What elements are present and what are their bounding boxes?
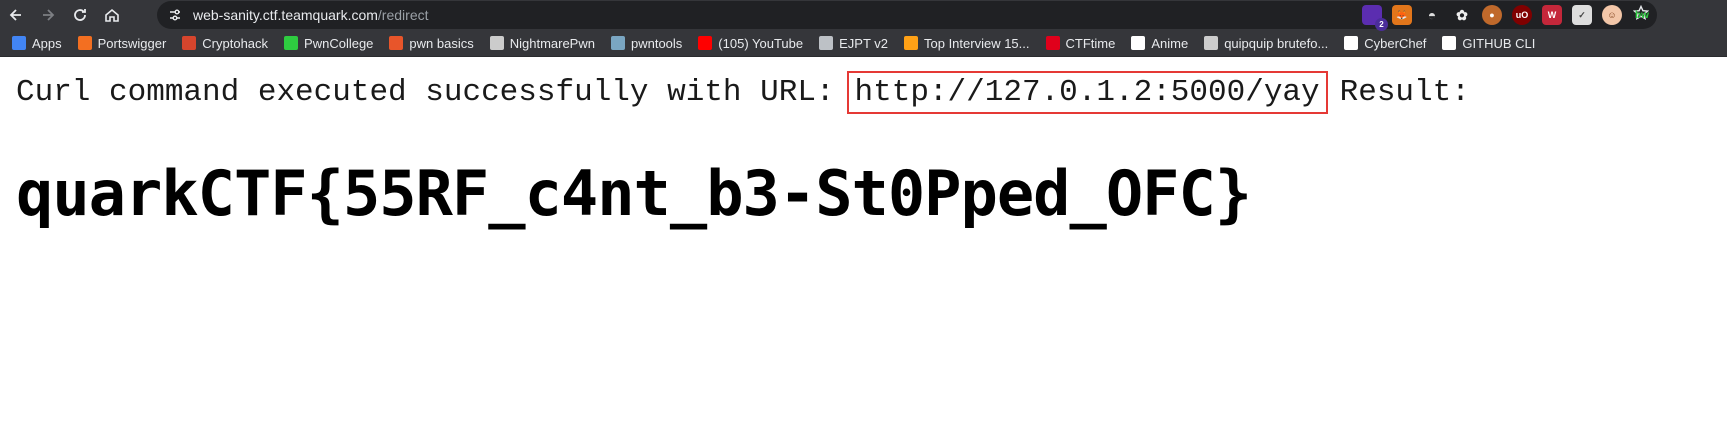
bookmark-item[interactable]: Apps (12, 36, 62, 51)
ctftime-icon (1045, 36, 1060, 50)
forward-button[interactable] (32, 0, 64, 30)
github-icon (1442, 36, 1457, 50)
bookmark-item[interactable]: CTFtime (1045, 35, 1116, 51)
portswigger-icon (77, 36, 92, 50)
pwncollege-icon (284, 36, 299, 50)
bookmark-item[interactable]: pwn basics (389, 35, 474, 51)
extension-badge: 2 (1375, 18, 1388, 31)
bookmark-item[interactable]: (105) YouTube (698, 36, 803, 51)
leetcode-icon (904, 36, 918, 50)
bookmark-label: Cryptohack (202, 35, 269, 51)
hat-ext-icon[interactable]: ◓ (1422, 5, 1442, 25)
url-host: web-sanity.ctf.teamquark.com (193, 7, 378, 23)
forward-arrow-icon (43, 9, 55, 21)
bookmark-item[interactable]: CyberChef (1344, 36, 1426, 51)
green-ext-icon[interactable]: bw (1632, 5, 1652, 25)
highlighted-url: http://127.0.1.2:5000/yay (846, 71, 1328, 114)
avatar-ext-icon[interactable]: ☺ (1602, 5, 1622, 25)
bookmark-label: GITHUB CLI (1462, 35, 1536, 51)
bookmark-label: CyberChef (1364, 35, 1427, 51)
search-bookmark-icon (1204, 36, 1219, 50)
url-path: /redirect (377, 7, 429, 23)
bookmark-item[interactable]: EJPT v2 (819, 36, 888, 51)
anime-icon (1131, 36, 1146, 50)
bookmark-label: PwnCollege (304, 35, 374, 51)
pwn-basics-icon (389, 36, 404, 50)
result-prefix: Curl command executed successfully with … (16, 75, 835, 110)
bookmark-label: pwntools (630, 35, 683, 51)
bookmark-item[interactable]: Cryptohack (182, 36, 268, 51)
bookmark-item[interactable]: quipquip brutefo... (1204, 36, 1328, 51)
book-icon (489, 36, 504, 50)
bookmark-label: pwn basics (409, 35, 474, 51)
globe-icon (819, 36, 834, 50)
checklist-icon[interactable]: ✓ (1572, 5, 1592, 25)
wappalyzer-icon[interactable]: W (1542, 5, 1562, 25)
bookmark-label: Top Interview 15... (924, 35, 1030, 51)
chef-hat-icon (1344, 36, 1359, 50)
back-arrow-icon (9, 9, 21, 21)
url-text[interactable]: web-sanity.ctf.teamquark.com/redirect (193, 7, 429, 23)
bookmark-item[interactable]: pwntools (610, 35, 683, 51)
cookie-ext-icon[interactable]: ● (1482, 5, 1502, 25)
bookmark-item[interactable]: Anime (1131, 36, 1188, 51)
bookmark-label: NightmarePwn (509, 35, 595, 51)
reload-icon (74, 9, 86, 21)
pwntools-icon (610, 36, 625, 50)
bookmark-label: (105) YouTube (718, 35, 804, 51)
bookmark-label: quipquip brutefo... (1224, 35, 1329, 51)
bookmarks-bar: Apps Portswigger Cryptohack PwnCollege pwn b… (0, 30, 1727, 57)
bookmark-item[interactable]: Portswigger (77, 35, 167, 51)
bookmark-label: Apps (32, 35, 62, 51)
bookmark-label: Anime (1151, 35, 1189, 51)
home-icon (105, 8, 119, 22)
extensions-area: 2 🦊 ◓ ✿ ● uO W ✓ ☺ bw (1362, 0, 1652, 31)
paw-ext-icon[interactable]: ✿ (1452, 5, 1472, 25)
bookmark-label: Portswigger (97, 35, 167, 51)
back-button[interactable] (0, 0, 32, 30)
apps-grid-icon (12, 36, 26, 50)
purple-ext-icon[interactable]: 2 (1362, 5, 1388, 31)
result-suffix: Result: (1339, 75, 1470, 110)
home-button[interactable] (96, 0, 128, 30)
bookmark-label: CTFtime (1065, 35, 1116, 51)
fox-ext-icon[interactable]: 🦊 (1392, 5, 1412, 25)
bookmark-item[interactable]: GITHUB CLI (1442, 36, 1535, 51)
cryptohack-icon (182, 36, 197, 50)
site-info-icon[interactable] (161, 7, 189, 23)
curl-result-line: Curl command executed successfully with … (16, 71, 1470, 114)
browser-toolbar: web-sanity.ctf.teamquark.com/redirect 2 … (0, 0, 1727, 31)
flag-text: quarkCTF{55RF_c4nt_b3-St0Pped_OFC} (16, 157, 1252, 230)
bookmark-label: EJPT v2 (839, 35, 888, 51)
youtube-icon (698, 36, 713, 50)
ublock-icon[interactable]: uO (1512, 5, 1532, 25)
bookmark-item[interactable]: Top Interview 15... (904, 36, 1030, 51)
reload-button[interactable] (64, 0, 96, 30)
bookmark-item[interactable]: NightmarePwn (489, 35, 595, 51)
bookmark-item[interactable]: PwnCollege (284, 36, 373, 51)
